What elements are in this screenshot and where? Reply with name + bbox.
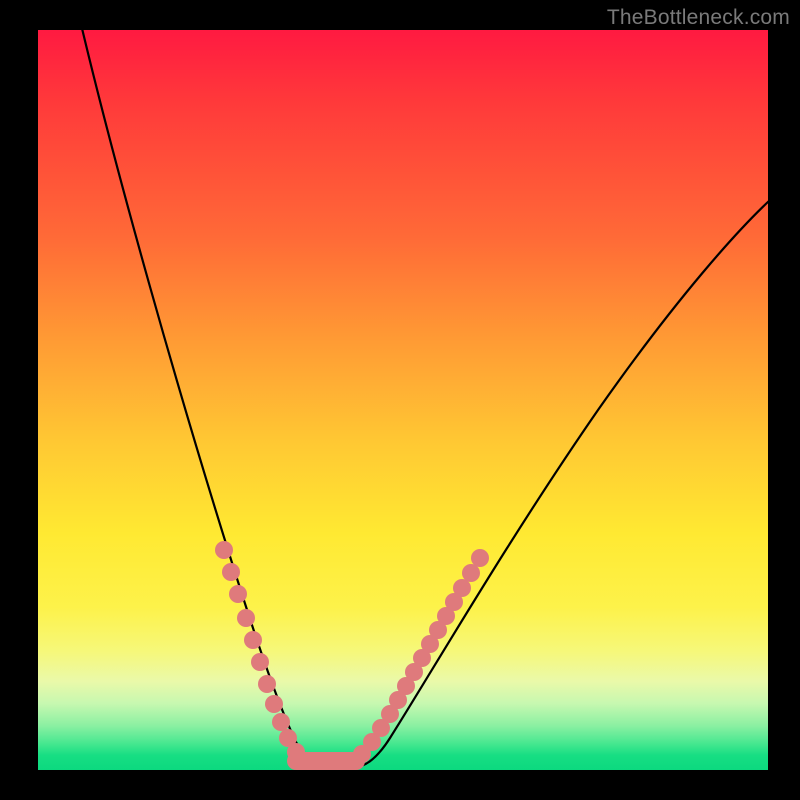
chart-frame: TheBottleneck.com: [0, 0, 800, 800]
plot-area: [38, 30, 768, 770]
marker-dot: [244, 631, 262, 649]
marker-dot: [462, 564, 480, 582]
curve-markers: [215, 541, 489, 763]
chart-svg: [38, 30, 768, 770]
marker-dot: [237, 609, 255, 627]
marker-dot: [471, 549, 489, 567]
marker-dot: [265, 695, 283, 713]
marker-dot: [258, 675, 276, 693]
marker-dot: [251, 653, 269, 671]
watermark-text: TheBottleneck.com: [607, 6, 790, 30]
marker-dot: [222, 563, 240, 581]
marker-dot: [287, 743, 305, 761]
marker-dot: [229, 585, 247, 603]
marker-dot: [453, 579, 471, 597]
marker-dot: [215, 541, 233, 559]
marker-dot: [272, 713, 290, 731]
